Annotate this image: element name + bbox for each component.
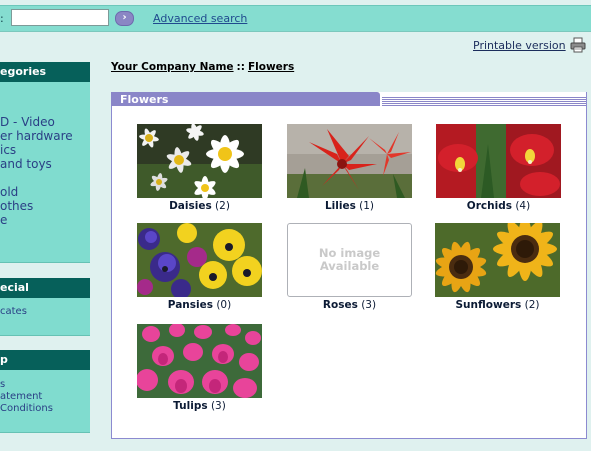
product-image-orchids[interactable] xyxy=(436,124,561,198)
product-image-lilies[interactable] xyxy=(287,124,412,198)
categories-title: egories xyxy=(0,62,90,82)
product-image-roses[interactable]: No image Available xyxy=(287,223,412,297)
product-orchids[interactable]: Orchids (4) xyxy=(436,124,561,214)
product-daisies[interactable]: Daisies (2) xyxy=(137,124,262,214)
product-caption-tulips: Tulips (3) xyxy=(137,400,262,412)
product-caption-orchids: Orchids (4) xyxy=(436,200,561,212)
information-item[interactable]: Conditions xyxy=(0,403,90,415)
product-roses[interactable]: No image Available Roses (3) xyxy=(287,223,412,313)
category-item[interactable]: e xyxy=(0,213,90,227)
categories-box: egories D - Video er hardware ics and to… xyxy=(0,62,90,263)
category-item[interactable] xyxy=(0,101,90,115)
product-name[interactable]: Orchids xyxy=(467,200,512,212)
breadcrumb-separator: :: xyxy=(236,61,245,73)
information-box: p s atement Conditions xyxy=(0,350,90,433)
information-item[interactable]: s xyxy=(0,379,90,391)
product-count: (2) xyxy=(524,299,540,311)
panel-title: Flowers xyxy=(111,92,380,106)
product-image-sunflowers[interactable] xyxy=(435,223,560,297)
specials-title: ecial xyxy=(0,278,90,298)
categories-list: D - Video er hardware ics and toys old o… xyxy=(0,82,90,227)
specials-list: cates xyxy=(0,298,90,318)
information-list: s atement Conditions xyxy=(0,370,90,415)
no-image-placeholder: No image Available xyxy=(287,223,412,297)
product-caption-daisies: Daisies (2) xyxy=(137,200,262,212)
product-pansies[interactable]: Pansies (0) xyxy=(137,223,262,313)
category-item[interactable]: ics xyxy=(0,143,90,157)
product-name[interactable]: Pansies xyxy=(168,299,213,311)
no-image-text: Available xyxy=(319,259,380,273)
category-item[interactable]: er hardware xyxy=(0,129,90,143)
product-sunflowers[interactable]: Sunflowers (2) xyxy=(435,223,560,313)
product-caption-pansies: Pansies (0) xyxy=(137,299,262,311)
category-item[interactable]: and toys xyxy=(0,157,90,171)
specials-box: ecial cates xyxy=(0,278,90,336)
advanced-search-link[interactable]: Advanced search xyxy=(153,12,247,25)
product-count: (0) xyxy=(216,299,232,311)
breadcrumb-current-link[interactable]: Flowers xyxy=(248,61,294,73)
product-caption-lilies: Lilies (1) xyxy=(287,200,412,212)
information-title: p xyxy=(0,350,90,370)
search-bar: : › Advanced search xyxy=(0,5,591,32)
product-count: (3) xyxy=(361,299,377,311)
search-go-button[interactable]: › xyxy=(115,11,134,26)
product-name[interactable]: Lilies xyxy=(325,200,356,212)
product-count: (4) xyxy=(515,200,531,212)
product-image-daisies[interactable] xyxy=(137,124,262,198)
category-item[interactable]: D - Video xyxy=(0,115,90,129)
product-lilies[interactable]: Lilies (1) xyxy=(287,124,412,214)
panel-header-stripes xyxy=(382,97,586,106)
breadcrumb-home-link[interactable]: Your Company Name xyxy=(111,61,234,73)
breadcrumb: Your Company Name:: Flowers xyxy=(111,61,294,73)
product-caption-sunflowers: Sunflowers (2) xyxy=(435,299,560,311)
product-caption-roses: Roses (3) xyxy=(287,299,412,311)
category-item[interactable] xyxy=(0,87,90,101)
product-image-tulips[interactable] xyxy=(137,324,262,398)
product-name[interactable]: Sunflowers xyxy=(456,299,522,311)
product-name[interactable]: Tulips xyxy=(173,400,207,412)
product-tulips[interactable]: Tulips (3) xyxy=(137,324,262,414)
printer-icon[interactable] xyxy=(570,37,586,53)
search-input[interactable] xyxy=(11,9,109,26)
information-item[interactable]: atement xyxy=(0,391,90,403)
specials-item[interactable]: cates xyxy=(0,306,90,318)
product-name[interactable]: Daisies xyxy=(169,200,212,212)
search-label: : xyxy=(0,12,4,25)
product-count: (1) xyxy=(359,200,375,212)
product-count: (3) xyxy=(210,400,226,412)
category-item[interactable]: othes xyxy=(0,199,90,213)
product-image-pansies[interactable] xyxy=(137,223,262,297)
printable-version-link[interactable]: Printable version xyxy=(473,39,566,52)
category-item[interactable] xyxy=(0,171,90,185)
category-item[interactable]: old xyxy=(0,185,90,199)
product-count: (2) xyxy=(215,200,230,212)
product-name[interactable]: Roses xyxy=(323,299,358,311)
